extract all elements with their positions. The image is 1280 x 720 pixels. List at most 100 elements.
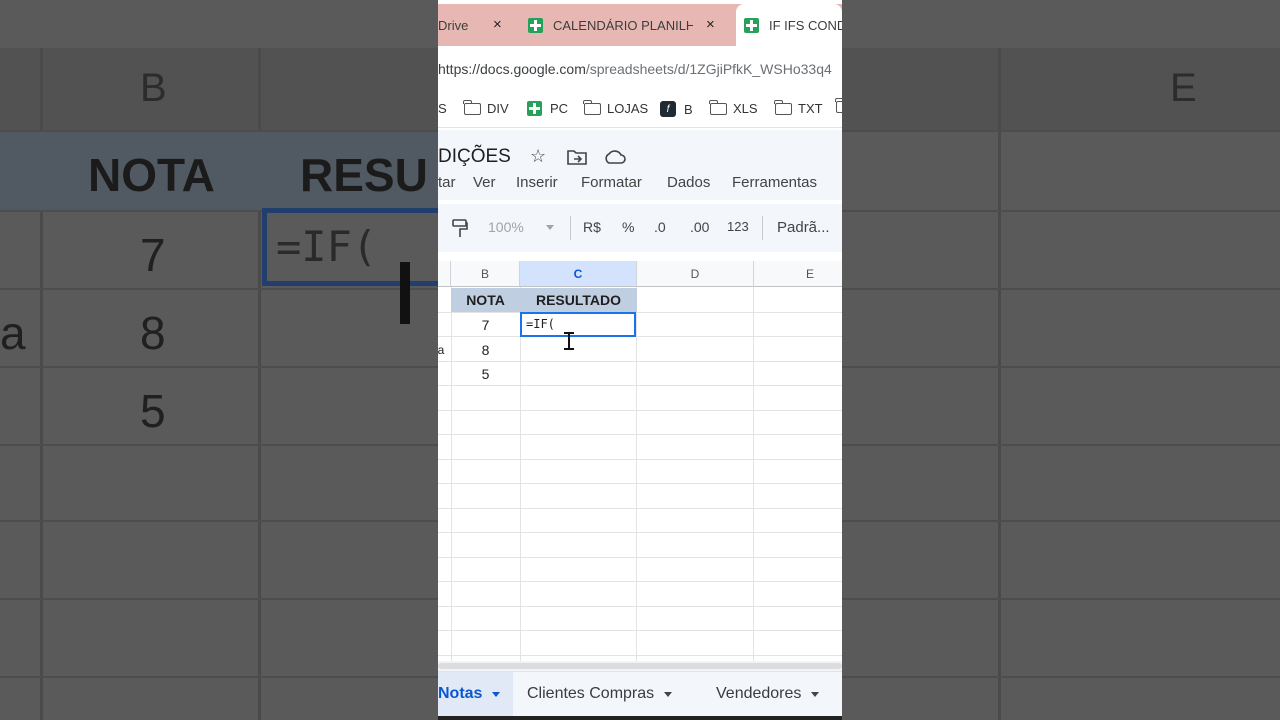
bg-value: 8	[140, 307, 166, 359]
gridline	[438, 483, 842, 484]
gridline	[438, 606, 842, 607]
gridline	[438, 434, 842, 435]
bookmark-folder-lojas[interactable]: LOJAS	[583, 99, 649, 116]
chevron-down-icon[interactable]	[546, 225, 554, 230]
menu-inserir[interactable]: Inserir	[516, 174, 558, 191]
toolbar-divider	[762, 216, 763, 240]
menu-dados[interactable]: Dados	[667, 174, 710, 191]
chevron-down-icon[interactable]	[811, 691, 820, 697]
bookmark-b[interactable]: fB	[660, 101, 693, 117]
url-path: /spreadsheets/d/1ZGjiPfkK_WSHo33q4	[585, 61, 832, 77]
chevron-down-icon[interactable]	[492, 691, 501, 697]
cell-c1[interactable]: RESULTADO	[520, 288, 637, 312]
bookmark-pc[interactable]: PC	[527, 101, 568, 116]
gridline	[753, 287, 754, 661]
format-currency-button[interactable]: R$	[583, 219, 601, 235]
column-header-b[interactable]: B	[451, 261, 520, 287]
bookmark-label: LOJAS	[607, 101, 649, 116]
decrease-decimal-button[interactable]: .0	[654, 219, 666, 235]
sheet-tabs-bar: Notas Clientes Compras Vendedores	[438, 671, 842, 716]
menu-editar[interactable]: tar	[438, 174, 456, 191]
column-header-e[interactable]: E	[754, 261, 842, 287]
bg-value: 7	[140, 229, 166, 281]
sheets-icon	[527, 101, 542, 116]
zoom-select[interactable]: 100%	[488, 219, 524, 235]
sheets-icon	[744, 17, 759, 33]
url-text[interactable]: https://docs.google.com/spreadsheets/d/1…	[438, 61, 832, 77]
browser-tab-drive[interactable]: Drive	[438, 4, 518, 46]
browser-tab-if-ifs-active[interactable]: IF IFS CONDI	[736, 4, 842, 46]
gridline	[438, 557, 842, 558]
bg-header-resultado: RESU	[300, 149, 428, 201]
bookmark-item[interactable]: S	[438, 101, 447, 116]
bg-value: 5	[140, 385, 166, 437]
cell-b1[interactable]: NOTA	[451, 288, 520, 312]
screen-bottom-edge	[438, 716, 842, 720]
increase-decimal-button[interactable]: .00	[690, 219, 709, 235]
scrollbar-thumb[interactable]	[438, 663, 842, 669]
bookmark-folder-div[interactable]: DIV	[463, 99, 509, 116]
bookmark-label: PC	[550, 101, 569, 116]
tab-label: Drive	[438, 17, 469, 33]
bg-column-letter: E	[1170, 66, 1197, 110]
sheet-tab-vendedores[interactable]: Vendedores	[716, 672, 842, 716]
font-select[interactable]: Padrã...	[777, 219, 830, 236]
folder-icon	[463, 99, 481, 115]
gridline	[438, 581, 842, 582]
sheets-icon	[528, 17, 543, 33]
column-header-c[interactable]: C	[520, 261, 637, 287]
bg-gridline	[998, 48, 1001, 720]
url-host: https://docs.google.com	[438, 61, 586, 77]
bg-column-letter: B	[140, 66, 167, 110]
bookmark-label: XLS	[733, 101, 758, 116]
bookmark-label: TXT	[798, 101, 823, 116]
bookmark-folder-txt[interactable]: TXT	[774, 99, 823, 116]
folder-icon	[709, 99, 727, 115]
menu-ver[interactable]: Ver	[473, 174, 496, 191]
bookmark-overflow[interactable]	[835, 98, 842, 113]
star-icon[interactable]: ☆	[530, 146, 546, 167]
bookmark-folder-xls[interactable]: XLS	[709, 99, 758, 116]
close-tab-icon[interactable]: ×	[493, 16, 502, 33]
sheet-tab-label: Clientes Compras	[527, 685, 655, 702]
cell-b4[interactable]: 5	[451, 362, 520, 386]
format-percent-button[interactable]: %	[622, 219, 634, 235]
gridline	[438, 508, 842, 509]
address-bar[interactable]: https://docs.google.com/spreadsheets/d/1…	[438, 46, 842, 92]
paint-format-icon[interactable]	[452, 219, 468, 239]
menu-ferramentas[interactable]: Ferramentas	[732, 174, 817, 191]
cell-b2[interactable]: 7	[451, 313, 520, 337]
browser-tab-bar: Drive × CALENDÁRIO PLANILHA × IF IFS CON…	[438, 4, 842, 46]
bg-formula: =IF(	[276, 222, 378, 271]
menu-formatar[interactable]: Formatar	[581, 174, 642, 191]
chevron-down-icon[interactable]	[664, 691, 673, 697]
sheet-tab-notas[interactable]: Notas	[438, 672, 513, 716]
horizontal-scrollbar[interactable]	[438, 661, 842, 671]
cell-a3[interactable]: a	[438, 338, 444, 362]
document-title[interactable]: DIÇÕES	[438, 146, 511, 168]
gridline	[438, 532, 842, 533]
cloud-saved-icon[interactable]	[603, 149, 627, 165]
bookmark-label: S	[438, 101, 447, 116]
tab-label: CALENDÁRIO PLANILHA	[553, 17, 693, 33]
cell-formula-input[interactable]: =IF(	[526, 317, 555, 331]
close-tab-icon[interactable]: ×	[706, 16, 715, 33]
folder-icon	[774, 99, 792, 115]
column-header-d[interactable]: D	[637, 261, 754, 287]
column-header-a[interactable]	[438, 261, 451, 287]
gridline	[438, 655, 842, 656]
more-formats-button[interactable]: 123	[727, 219, 749, 234]
sheet-tab-clientes-compras[interactable]: Clientes Compras	[527, 672, 697, 716]
move-folder-icon[interactable]	[567, 149, 588, 165]
active-cell-c2[interactable]: =IF(	[520, 312, 636, 337]
cell-b3[interactable]: 8	[451, 338, 520, 362]
sheet-tab-label: Vendedores	[716, 685, 802, 702]
toolbar: 100% R$ % .0 .00 123 Padrã...	[438, 204, 842, 252]
browser-tab-calendario[interactable]: CALENDÁRIO PLANILHA	[528, 4, 718, 46]
toolbar-divider	[570, 216, 571, 240]
folder-icon	[835, 98, 842, 113]
text-cursor-icon	[564, 332, 574, 350]
bg-fragment: a	[0, 307, 26, 359]
sheet-tab-label: Notas	[438, 685, 483, 702]
document-header: DIÇÕES ☆ tar Ver Inserir Formatar Dados …	[438, 130, 842, 200]
